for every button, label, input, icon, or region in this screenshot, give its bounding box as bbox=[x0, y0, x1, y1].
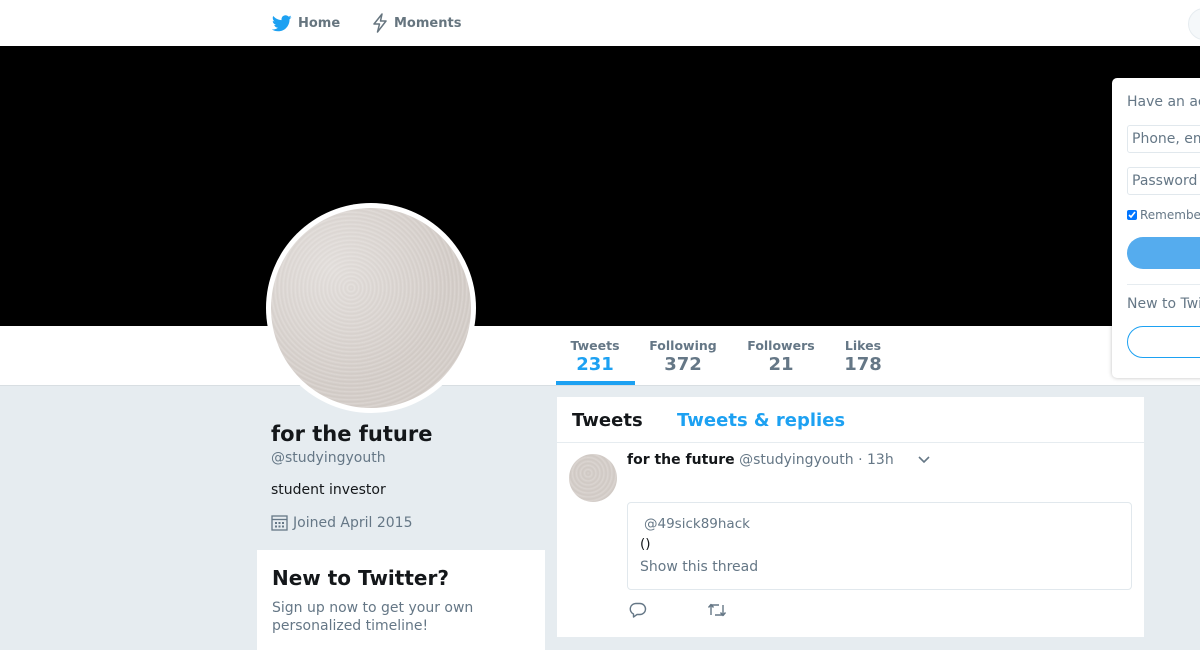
login-button[interactable] bbox=[1127, 237, 1200, 269]
new-to-twitter-title: New to Twitter? bbox=[272, 566, 449, 590]
quoted-tweet[interactable]: @49sick89hack () Show this thread bbox=[627, 502, 1132, 590]
tweet-avatar[interactable] bbox=[569, 454, 617, 502]
stat-label: Tweets bbox=[570, 338, 620, 353]
login-divider bbox=[1127, 284, 1200, 285]
stat-tweets[interactable]: Tweets 231 bbox=[565, 338, 625, 375]
calendar-icon bbox=[271, 515, 288, 531]
login-title: Have an account? bbox=[1127, 94, 1200, 110]
stat-value: 21 bbox=[768, 354, 794, 375]
tweet-author-handle[interactable]: @studyingyouth bbox=[739, 452, 854, 468]
tab-tweets[interactable]: Tweets bbox=[572, 410, 643, 431]
nav-home-label: Home bbox=[298, 15, 341, 31]
stat-label: Likes bbox=[844, 338, 882, 353]
tab-tweets-and-replies[interactable]: Tweets & replies bbox=[677, 410, 845, 431]
remember-me-label: Remember me bbox=[1140, 208, 1200, 222]
stat-value: 372 bbox=[664, 354, 702, 375]
stat-likes[interactable]: Likes 178 bbox=[838, 338, 888, 375]
quoted-mention[interactable]: @49sick89hack bbox=[644, 516, 750, 532]
show-thread-link[interactable]: Show this thread bbox=[640, 559, 758, 575]
stat-value: 231 bbox=[576, 354, 614, 375]
profile-bio: student investor bbox=[271, 482, 386, 498]
retweet-button[interactable] bbox=[707, 602, 727, 618]
stat-followers[interactable]: Followers 21 bbox=[744, 338, 818, 375]
avatar-image bbox=[271, 208, 471, 408]
twitter-bird-icon bbox=[272, 14, 292, 31]
tweet-actions bbox=[629, 602, 787, 618]
tweet-timestamp[interactable]: · 13h bbox=[858, 452, 894, 468]
nav-moments-label: Moments bbox=[394, 15, 462, 31]
quoted-text: () bbox=[640, 536, 651, 552]
active-stat-underline bbox=[556, 381, 635, 385]
reply-button[interactable] bbox=[629, 602, 647, 618]
stat-value: 178 bbox=[844, 354, 882, 375]
profile-name[interactable]: for the future bbox=[271, 422, 432, 446]
search-input[interactable] bbox=[1188, 8, 1200, 40]
lightning-icon bbox=[373, 13, 387, 33]
top-navigation-bar: Home Moments bbox=[0, 0, 1200, 47]
timeline: Tweets Tweets & replies for the future @… bbox=[557, 397, 1144, 637]
profile-handle[interactable]: @studyingyouth bbox=[271, 450, 386, 466]
stat-label: Following bbox=[649, 338, 717, 353]
profile-stats-bar: Tweets 231 Following 372 Followers 21 Li… bbox=[0, 326, 1200, 386]
joined-text: Joined April 2015 bbox=[293, 514, 413, 531]
login-panel: Have an account? Remember me New to Twit… bbox=[1112, 78, 1200, 378]
remember-me[interactable]: Remember me bbox=[1127, 208, 1200, 222]
profile-avatar[interactable] bbox=[266, 203, 476, 413]
login-new-prompt: New to Twitter? bbox=[1127, 296, 1200, 312]
remember-me-checkbox[interactable] bbox=[1127, 210, 1137, 220]
chevron-down-icon[interactable] bbox=[917, 455, 931, 465]
password-field[interactable] bbox=[1127, 167, 1200, 195]
profile-joined: Joined April 2015 bbox=[271, 514, 413, 531]
username-field[interactable] bbox=[1127, 125, 1200, 153]
stat-label: Followers bbox=[747, 338, 815, 353]
tweet-item[interactable]: for the future @studyingyouth · 13h @49s… bbox=[557, 443, 1144, 643]
timeline-tabs: Tweets Tweets & replies bbox=[557, 397, 1144, 443]
retweet-icon bbox=[707, 603, 727, 617]
nav-home[interactable]: Home bbox=[272, 12, 340, 34]
new-to-twitter-card: New to Twitter? Sign up now to get your … bbox=[257, 550, 545, 650]
stat-following[interactable]: Following 372 bbox=[646, 338, 720, 375]
tweet-header: for the future @studyingyouth · 13h bbox=[627, 452, 894, 468]
nav-moments[interactable]: Moments bbox=[372, 12, 461, 34]
profile-banner bbox=[0, 46, 1200, 326]
signup-button[interactable] bbox=[1127, 326, 1200, 358]
tweet-author-name[interactable]: for the future bbox=[627, 452, 735, 468]
reply-icon bbox=[629, 602, 647, 618]
